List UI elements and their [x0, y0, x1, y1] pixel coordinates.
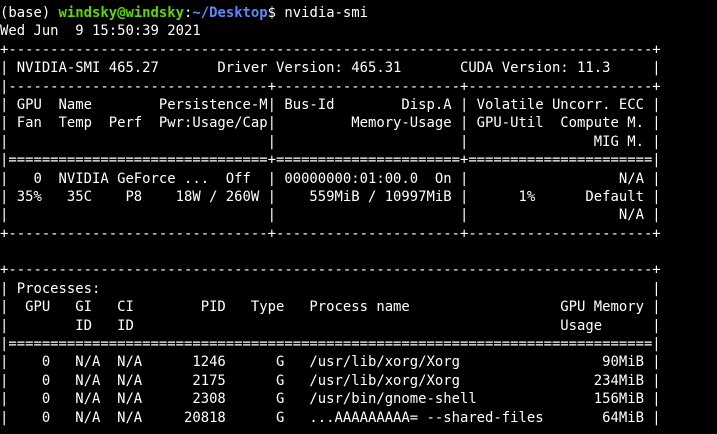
command-prompt-line: (base) windsky@windsky:~/Desktop$ nvidia… — [0, 4, 717, 22]
processes-title-line: | Processes: | — [0, 280, 661, 297]
processes-border-top: +---------------------------------------… — [0, 262, 661, 279]
table-border-top: +---------------------------------------… — [0, 41, 661, 58]
processes-double-divider: |=======================================… — [0, 336, 661, 353]
timestamp-line: Wed Jun 9 15:50:39 2021 — [0, 23, 201, 40]
table-divider: |-------------------------------+-------… — [0, 78, 661, 95]
gpu-row-line-3: | | | N/A | — [0, 207, 661, 224]
table-double-divider: |===============================+=======… — [0, 152, 661, 169]
terminal-window[interactable]: (base) windsky@windsky:~/Desktop$ nvidia… — [0, 0, 717, 434]
current-path-label: ~/Desktop — [192, 5, 268, 21]
gpu-header-line-1: | GPU Name Persistence-M| Bus-Id Disp.A … — [0, 96, 661, 113]
gpu-row-line-2: | 35% 35C P8 18W / 260W | 559MiB / 10997… — [0, 188, 661, 205]
processes-header-line-2: | ID ID Usage | — [0, 317, 661, 334]
table-border-bottom: +-------------------------------+-------… — [0, 225, 661, 242]
process-row: | 0 N/A N/A 2175 G /usr/lib/xorg/Xorg 23… — [0, 372, 661, 389]
process-row: | 0 N/A N/A 2308 G /usr/bin/gnome-shell … — [0, 391, 661, 408]
processes-header-line-1: | GPU GI CI PID Type Process name GPU Me… — [0, 299, 661, 316]
conda-env-label: (base) — [0, 5, 59, 21]
gpu-header-line-3: | | | MIG M. | — [0, 133, 661, 150]
process-row: | 0 N/A N/A 20818 G ...AAAAAAAAA= --shar… — [0, 409, 661, 426]
gpu-header-line-2: | Fan Temp Perf Pwr:Usage/Cap| Memory-Us… — [0, 115, 661, 132]
prompt-dollar: $ — [267, 5, 285, 21]
process-row: | 0 N/A N/A 1246 G /usr/lib/xorg/Xorg 90… — [0, 354, 661, 371]
gpu-row-line-1: | 0 NVIDIA GeForce ... Off | 00000000:01… — [0, 170, 661, 187]
version-info-line: | NVIDIA-SMI 465.27 Driver Version: 465.… — [0, 60, 661, 77]
user-host-label: windsky@windsky — [58, 5, 184, 21]
command-text: nvidia-smi — [284, 5, 369, 21]
